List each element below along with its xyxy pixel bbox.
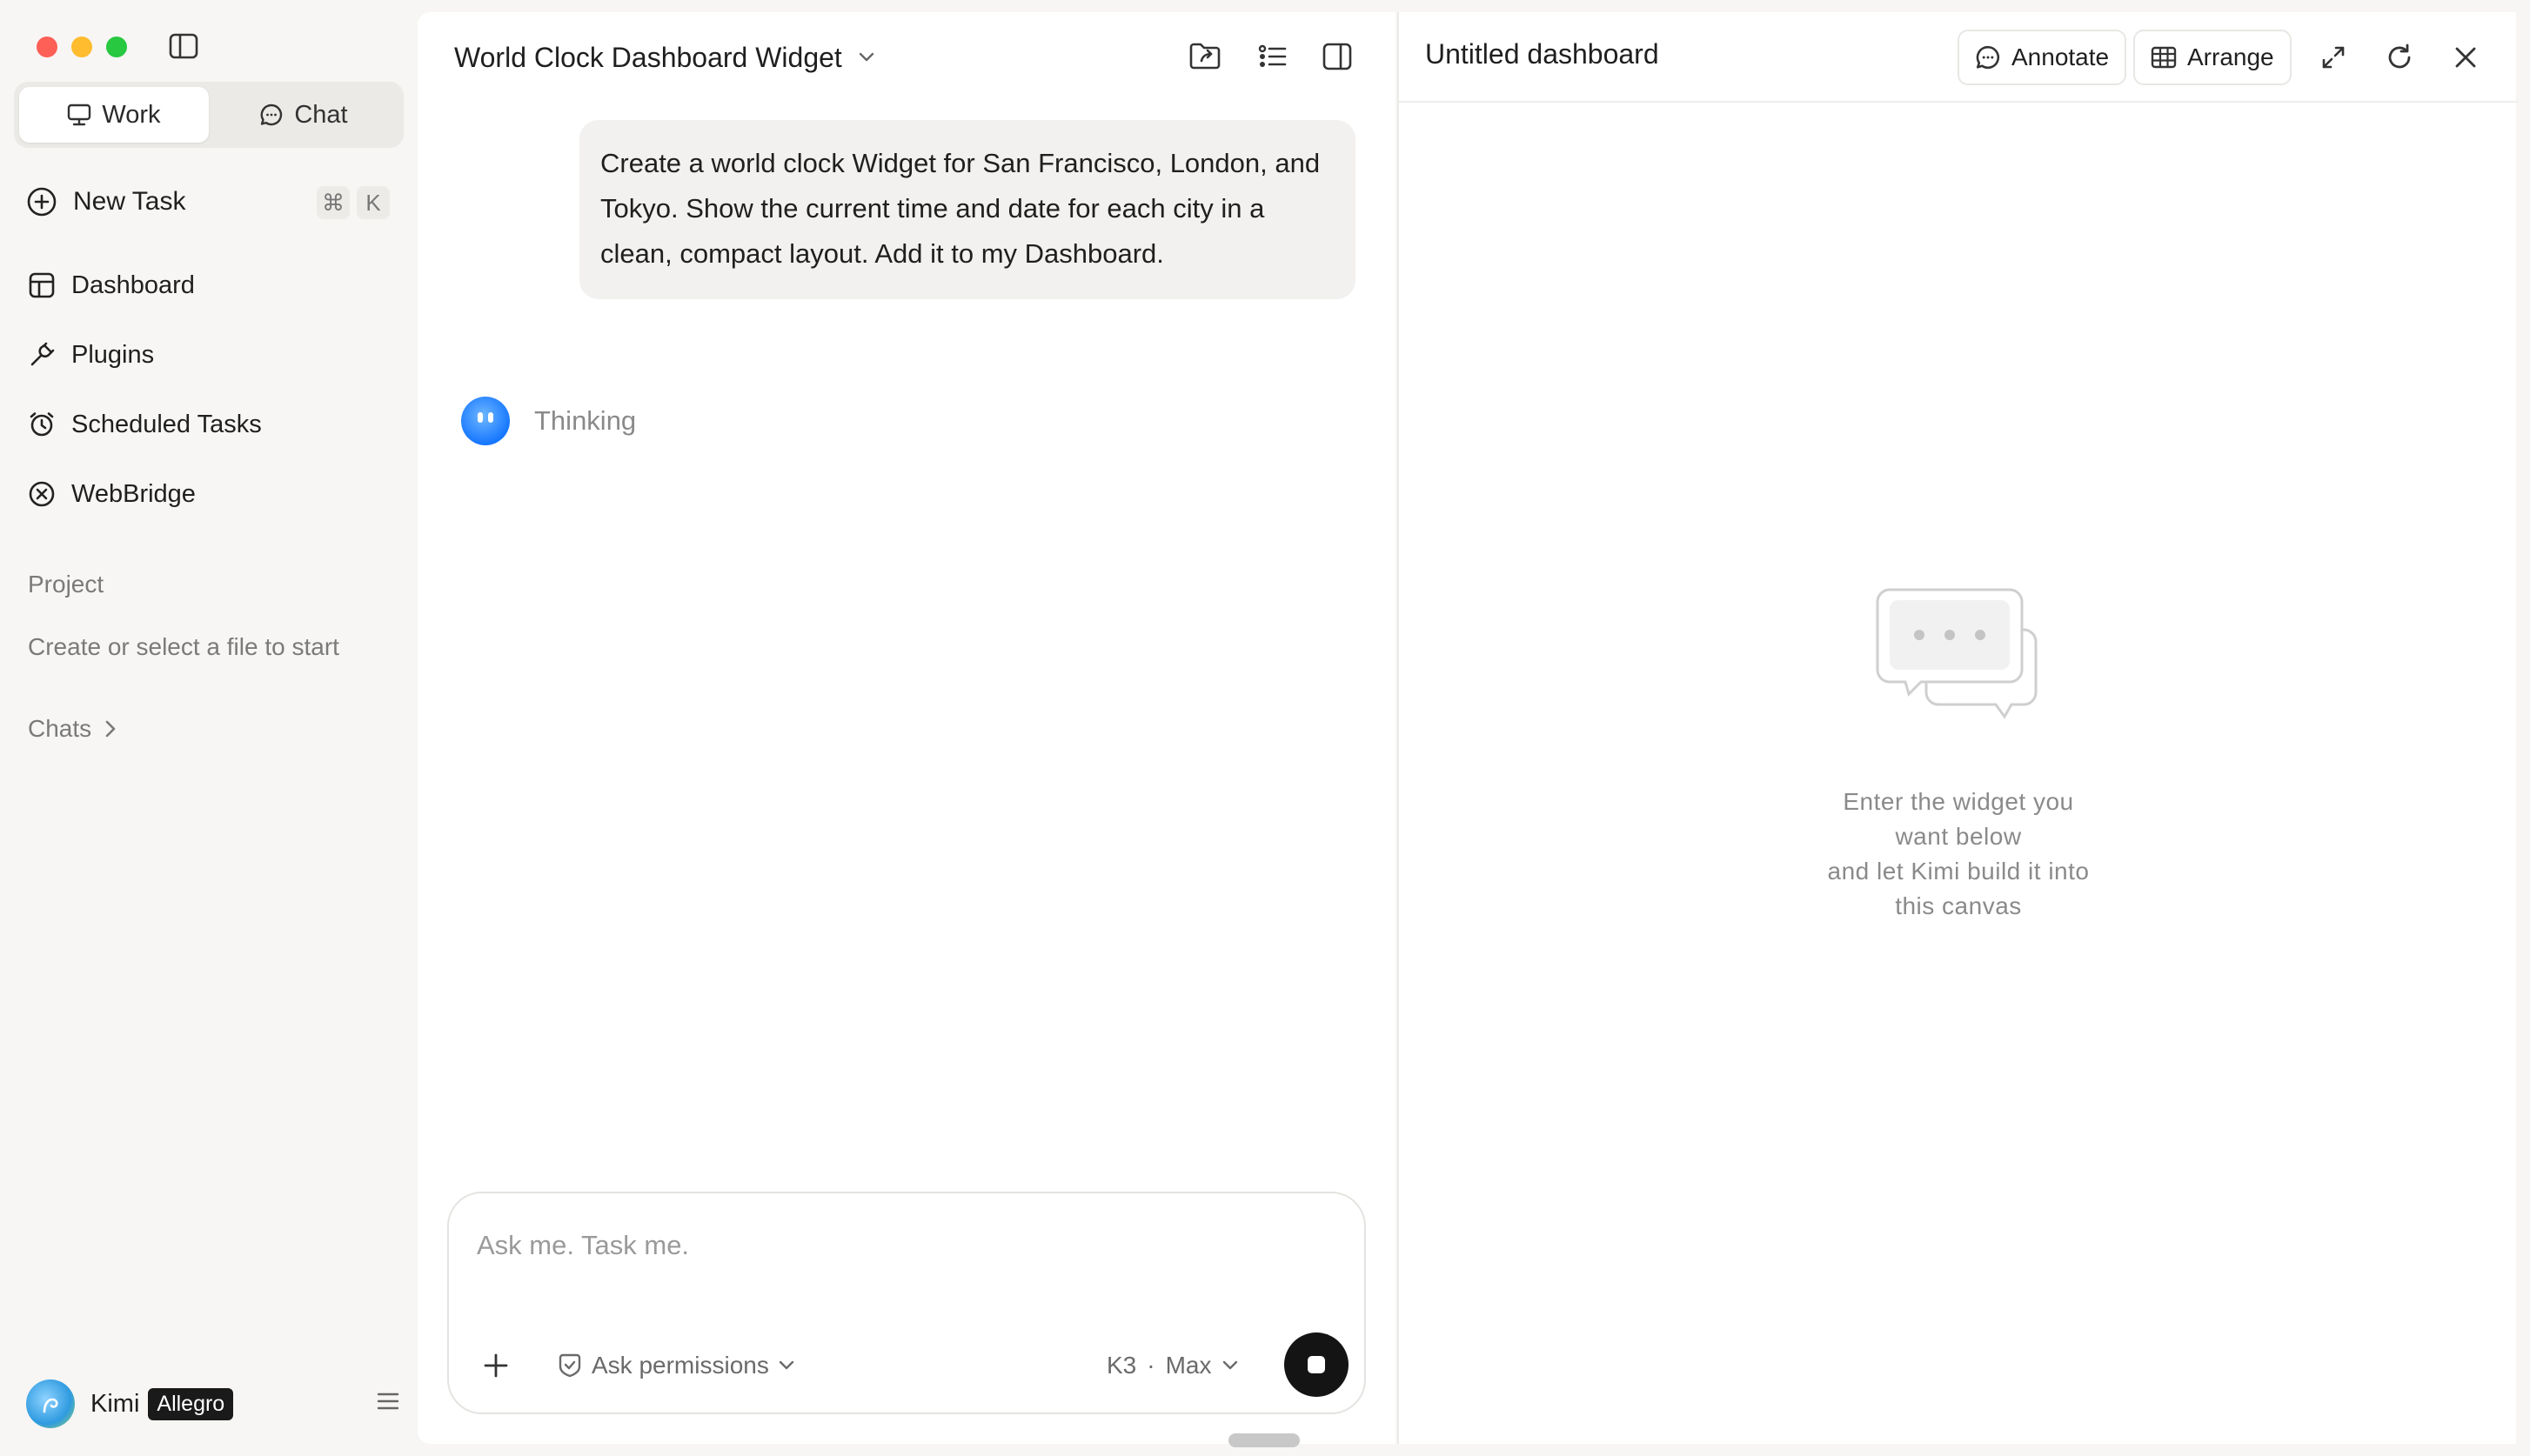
sidebar-item-scheduled-tasks[interactable]: Scheduled Tasks [28,404,262,445]
sidebar-item-label: Plugins [71,340,155,369]
sidebar-item-label: WebBridge [71,479,196,508]
shortcut-k-key: K [357,186,390,219]
empty-line-4: this canvas [1895,892,2022,919]
grid-icon [2151,46,2177,69]
chats-label: Chats [28,715,92,742]
alarm-clock-icon [28,411,56,438]
sidebar-item-label: Dashboard [71,270,195,299]
composer: Ask permissions K3 · Max [447,1192,1366,1414]
chat-bubble-icon [259,103,284,127]
webbridge-icon [28,480,56,508]
sidebar-item-plugins[interactable]: Plugins [28,334,154,376]
plug-icon [28,341,56,369]
empty-line-1: Enter the widget you [1843,788,2074,815]
sidebar-item-dashboard[interactable]: Dashboard [28,264,195,306]
mode-chat-label: Chat [294,100,348,129]
sidebar-item-webbridge[interactable]: WebBridge [28,473,196,515]
plus-circle-icon [26,186,57,217]
avatar[interactable] [26,1379,75,1428]
mode-chat-button[interactable]: Chat [209,87,398,143]
expand-icon[interactable] [2312,37,2354,78]
chat-title-dropdown[interactable]: World Clock Dashboard Widget [454,33,875,82]
mode-work-label: Work [102,100,161,129]
attach-button[interactable] [475,1345,517,1386]
shield-check-icon [557,1352,583,1379]
permissions-dropdown[interactable]: Ask permissions [557,1346,795,1385]
shortcut-cmd-key: ⌘ [317,186,350,219]
new-task-label: New Task [73,187,186,216]
task-list-icon[interactable] [1251,35,1295,78]
chat-bubbles-icon [1876,586,2041,722]
user-message: Create a world clock Widget for San Fran… [579,120,1355,299]
chats-section-toggle[interactable]: Chats [28,715,117,743]
annotate-button[interactable]: Annotate [1958,30,2127,85]
close-icon[interactable] [2445,37,2486,78]
model-separator: · [1147,1352,1155,1379]
comment-icon [1975,44,2001,70]
chat-title: World Clock Dashboard Widget [454,41,842,73]
window-zoom-button[interactable] [106,37,127,57]
chat-input[interactable] [477,1219,1329,1272]
chevron-down-icon [778,1359,795,1372]
window-close-button[interactable] [37,37,57,57]
menu-icon[interactable] [376,1390,400,1413]
resize-handle[interactable] [1228,1433,1300,1447]
monitor-icon [67,104,91,126]
chevron-right-icon [104,719,117,738]
chat-panel: World Clock Dashboard Widget Create a wo… [418,12,1396,1444]
empty-line-3: and let Kimi build it into [1827,858,2090,885]
sidebar-item-label: Scheduled Tasks [71,410,262,438]
user-name: Kimi [90,1389,140,1418]
dashboard-icon [28,271,56,299]
dashboard-panel: Untitled dashboard Annotate Arrange Ente… [1397,12,2518,1444]
empty-line-2: want below [1895,823,2022,850]
project-empty-hint: Create or select a file to start [28,633,339,660]
user-profile[interactable]: Kimi Allegro [26,1378,400,1430]
assistant-status: Thinking [461,397,636,445]
mode-switch: Work Chat [14,82,404,148]
dashboard-header: Untitled dashboard Annotate Arrange [1399,12,2518,103]
permissions-label: Ask permissions [592,1352,769,1379]
new-task-button[interactable]: New Task ⌘ K [26,181,395,223]
stop-button[interactable] [1284,1332,1349,1397]
dashboard-title: Untitled dashboard [1425,38,1659,70]
arrange-label: Arrange [2187,43,2274,70]
refresh-icon[interactable] [2379,37,2420,78]
plan-badge: Allegro [148,1387,234,1420]
kimi-bot-icon [461,397,510,445]
sidebar-toggle-icon[interactable] [169,33,198,59]
thinking-text: Thinking [534,405,637,436]
folder-share-icon[interactable] [1183,35,1227,78]
panel-toggle-icon[interactable] [1315,35,1359,78]
model-selector[interactable]: K3 · Max [1107,1346,1239,1385]
empty-state-text: Enter the widget you want below and let … [1399,785,2518,924]
arrange-button[interactable]: Arrange [2133,30,2292,85]
chevron-down-icon [858,51,875,63]
plus-icon [484,1353,508,1378]
window-minimize-button[interactable] [71,37,92,57]
stop-icon [1308,1356,1325,1373]
model-mode: Max [1165,1352,1212,1379]
sidebar: Work Chat New Task ⌘ K Dashboard Plugins [0,0,418,1456]
mode-work-button[interactable]: Work [19,87,209,143]
model-name: K3 [1107,1352,1137,1379]
project-section-label: Project [28,571,104,598]
chevron-down-icon [1221,1359,1239,1372]
annotate-label: Annotate [2011,43,2110,70]
